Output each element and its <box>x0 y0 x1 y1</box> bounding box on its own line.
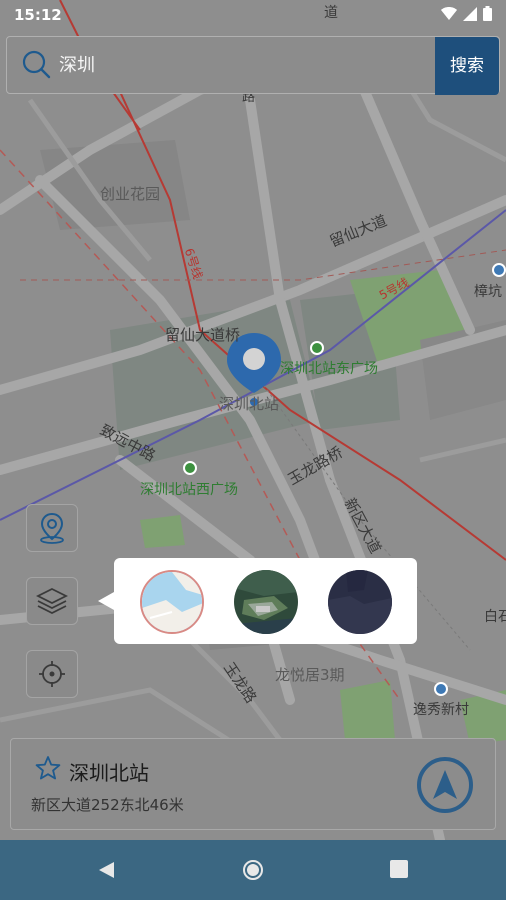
map-label-station: 深圳北站 <box>219 395 280 413</box>
satellite-map-style-option[interactable] <box>234 570 298 634</box>
map-label-west-square: 深圳北站西广场 <box>140 482 238 498</box>
park-icon <box>310 341 324 355</box>
map-label-chuangye: 创业花园 <box>100 185 161 203</box>
navigation-arrow-icon <box>433 770 457 799</box>
dark-map-style-option[interactable] <box>328 570 392 634</box>
back-icon[interactable] <box>96 860 116 880</box>
map-label-baishi: 白石 <box>484 609 506 625</box>
layer-style-popup <box>114 558 417 644</box>
status-icons <box>441 6 492 21</box>
standard-map-thumbnail <box>142 572 202 632</box>
popup-arrow <box>98 592 114 610</box>
map-view[interactable]: 创业花园 留仙大道 留仙大道桥 深圳北站东广场 深圳北站 致远中路 深圳北站西广… <box>0 0 506 840</box>
location-pin-button[interactable] <box>26 504 78 552</box>
park-icon <box>183 461 197 475</box>
search-icon <box>22 50 51 79</box>
status-time: 15:12 <box>14 6 62 24</box>
satellite-map-thumbnail <box>234 570 298 634</box>
map-pin-icon <box>40 512 64 544</box>
search-input[interactable]: 深圳 <box>59 51 95 77</box>
battery-icon <box>483 6 492 21</box>
recents-icon[interactable] <box>390 860 408 878</box>
signal-icon <box>463 6 477 21</box>
poi-icon <box>434 682 448 696</box>
favorite-star-icon[interactable] <box>35 755 61 781</box>
standard-map-style-option[interactable] <box>140 570 204 634</box>
poi-icon <box>492 263 506 277</box>
wifi-icon <box>441 6 457 20</box>
locate-me-button[interactable] <box>26 650 78 698</box>
status-bar: 15:12 <box>0 0 506 30</box>
place-title: 深圳北站 <box>69 761 149 785</box>
map-label-zhangkeng: 樟坑 <box>474 284 502 300</box>
place-address: 新区大道252东北46米 <box>31 796 184 814</box>
home-icon[interactable] <box>242 859 264 881</box>
map-label-longyueju: 龙悦居3期 <box>275 666 345 684</box>
map-label-liuxian-bridge: 留仙大道桥 <box>165 326 241 344</box>
layers-icon <box>36 587 68 615</box>
crosshair-icon <box>39 661 65 687</box>
dark-map-thumbnail <box>328 570 392 634</box>
search-button[interactable]: 搜索 <box>435 37 499 95</box>
layers-button[interactable] <box>26 577 78 625</box>
map-label-east-square: 深圳北站东广场 <box>280 361 378 377</box>
system-nav-bar <box>0 840 506 900</box>
map-label-yixiu: 逸秀新村 <box>413 702 469 718</box>
place-info-card[interactable]: 深圳北站 新区大道252东北46米 <box>10 738 496 830</box>
search-bar[interactable]: 深圳 搜索 <box>6 36 500 95</box>
navigate-button[interactable] <box>417 757 473 813</box>
